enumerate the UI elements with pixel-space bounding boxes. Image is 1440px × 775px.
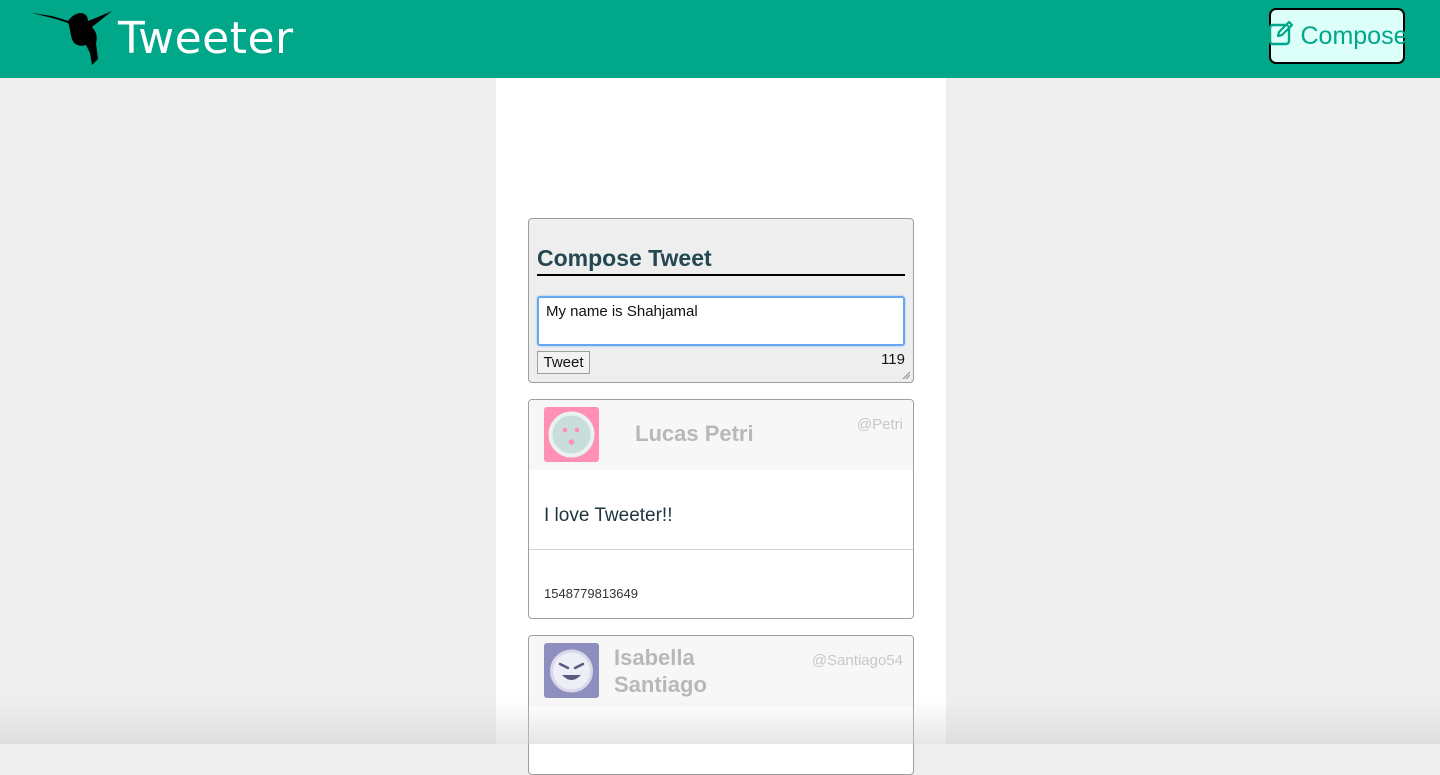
tweet-card: Isabella Santiago @Santiago54 bbox=[528, 635, 914, 775]
smiley-face-icon bbox=[544, 407, 599, 462]
character-counter: 119 bbox=[881, 351, 905, 368]
hummingbird-icon bbox=[32, 9, 112, 67]
tweet-author-name: Lucas Petri bbox=[635, 421, 754, 446]
brand[interactable]: Tweeter bbox=[32, 6, 294, 70]
app-title: Tweeter bbox=[118, 12, 294, 64]
compose-tweet-section: Compose Tweet Tweet 119 bbox=[528, 218, 914, 383]
tweet-timestamp: 1548779813649 bbox=[544, 586, 638, 601]
tweet-header: Lucas Petri @Petri bbox=[529, 400, 913, 470]
tweet-text-input[interactable] bbox=[537, 296, 905, 346]
devil-face-icon bbox=[544, 643, 599, 698]
compose-label: Compose bbox=[1300, 21, 1408, 50]
tweet-submit-button[interactable]: Tweet bbox=[537, 351, 590, 374]
edit-icon bbox=[1267, 19, 1295, 54]
main-container: Compose Tweet Tweet 119 Lucas Petri @Pet… bbox=[496, 78, 946, 775]
compose-toggle-button[interactable]: Compose bbox=[1267, 8, 1408, 64]
tweet-body bbox=[529, 706, 913, 774]
tweet-footer: 1548779813649 bbox=[529, 550, 913, 616]
tweet-header: Isabella Santiago @Santiago54 bbox=[529, 636, 913, 706]
tweet-author-handle: @Petri bbox=[856, 416, 903, 433]
top-nav-bar: Tweeter Compose bbox=[0, 0, 1440, 78]
tweet-author-name: Isabella Santiago bbox=[614, 645, 707, 697]
tweet-author-handle: @Santiago54 bbox=[811, 652, 903, 669]
tweet-card: Lucas Petri @Petri I love Tweeter!! 1548… bbox=[528, 399, 914, 619]
tweet-body: I love Tweeter!! bbox=[529, 470, 913, 550]
tweet-text: I love Tweeter!! bbox=[544, 505, 673, 526]
resize-grip-icon[interactable] bbox=[902, 371, 910, 379]
compose-heading: Compose Tweet bbox=[537, 245, 905, 276]
